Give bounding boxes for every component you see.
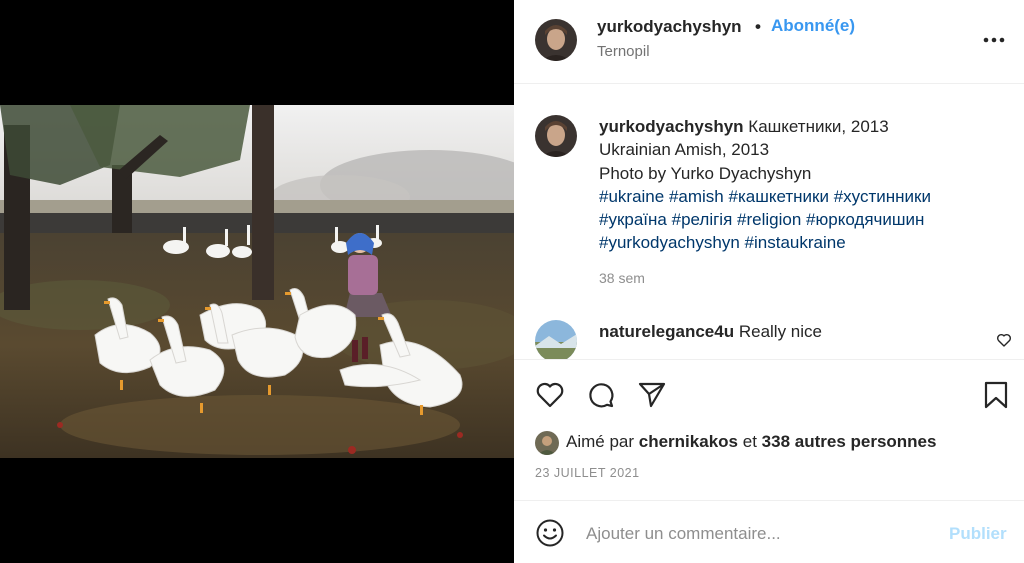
add-comment-bar: Publier (514, 502, 1024, 563)
publish-button[interactable]: Publier (949, 524, 1007, 544)
more-options-button[interactable] (980, 30, 1008, 50)
comment-like-button[interactable] (996, 333, 1012, 347)
post-side-panel: yurkodyachyshyn • Abonné(e) Ternopil yur… (514, 0, 1024, 563)
commenter-username[interactable]: naturelegance4u (599, 322, 734, 341)
small-heart-icon (997, 333, 1011, 347)
hashtag-link[interactable]: #хустинники (834, 187, 931, 206)
emoji-icon (536, 519, 564, 547)
comment-body: Really nice (738, 322, 822, 341)
comment-text: naturelegance4u Really nice (599, 322, 822, 342)
caption-text: yurkodyachyshyn Кашкетники, 2013 Ukraini… (599, 115, 999, 255)
post-date[interactable]: 23 JUILLET 2021 (535, 466, 640, 480)
hashtag-link[interactable]: #ukraine (599, 187, 664, 206)
liker-username[interactable]: chernikakos (639, 432, 738, 451)
hashtags-row-2: #україна #релігія #religion #юркодячишин (599, 208, 999, 231)
caption-timestamp[interactable]: 38 sem (599, 270, 645, 286)
post-actions-section: Aimé par chernikakos et 338 autres perso… (514, 359, 1024, 501)
caption-line-2: Ukrainian Amish, 2013 (599, 140, 770, 160)
caption-avatar-image (535, 115, 577, 157)
hashtag-link[interactable]: #кашкетники (729, 187, 829, 206)
follow-status-button[interactable]: Abonné(e) (771, 16, 855, 36)
heart-icon (536, 382, 564, 408)
hashtag-link[interactable]: #юркодячишин (806, 210, 924, 229)
post-location[interactable]: Ternopil (597, 43, 650, 60)
hashtags-row-3: #yurkodyachyshyn #instaukraine (599, 231, 999, 254)
bookmark-icon (984, 381, 1008, 409)
caption-line-3: Photo by Yurko Dyachyshyn (599, 163, 812, 183)
author-avatar[interactable] (535, 19, 577, 61)
share-button[interactable] (637, 380, 667, 410)
share-icon (638, 382, 666, 408)
author-username[interactable]: yurkodyachyshyn (597, 17, 742, 37)
caption-username[interactable]: yurkodyachyshyn (599, 117, 744, 136)
hashtag-link[interactable]: #instaukraine (745, 233, 846, 252)
hashtag-link[interactable]: #religion (737, 210, 801, 229)
likes-conjunction: et (742, 432, 757, 451)
hashtags-row-1: #ukraine #amish #кашкетники #хустинники (599, 185, 999, 208)
hashtag-link[interactable]: #україна (599, 210, 667, 229)
comment-icon (589, 383, 614, 408)
hashtag-link[interactable]: #amish (669, 187, 724, 206)
caption-author-avatar[interactable] (535, 115, 577, 157)
liker-avatar[interactable] (535, 431, 559, 455)
save-button[interactable] (981, 380, 1011, 410)
author-avatar-image (535, 19, 577, 61)
liker-avatar-image (535, 431, 559, 455)
commenter-avatar[interactable] (535, 320, 577, 362)
caption-line-1: Кашкетники, 2013 (748, 117, 889, 136)
like-button[interactable] (535, 380, 565, 410)
comment-input[interactable] (586, 521, 926, 547)
likes-prefix: Aimé par (566, 432, 635, 451)
commenter-avatar-image (535, 320, 577, 362)
hashtag-link[interactable]: #релігія (672, 210, 733, 229)
follow-separator: • (755, 17, 761, 36)
post-media (0, 0, 514, 563)
post-photo[interactable] (0, 105, 514, 458)
more-horizontal-icon (983, 37, 1005, 43)
likes-others-link[interactable]: 338 autres personnes (762, 432, 937, 451)
comment-button[interactable] (586, 380, 616, 410)
hashtag-link[interactable]: #yurkodyachyshyn (599, 233, 740, 252)
post-header: yurkodyachyshyn • Abonné(e) Ternopil (514, 0, 1024, 84)
photo-geese-girl-image (0, 105, 514, 458)
likes-summary: Aimé par chernikakos et 338 autres perso… (566, 432, 936, 452)
emoji-button[interactable] (535, 518, 565, 548)
